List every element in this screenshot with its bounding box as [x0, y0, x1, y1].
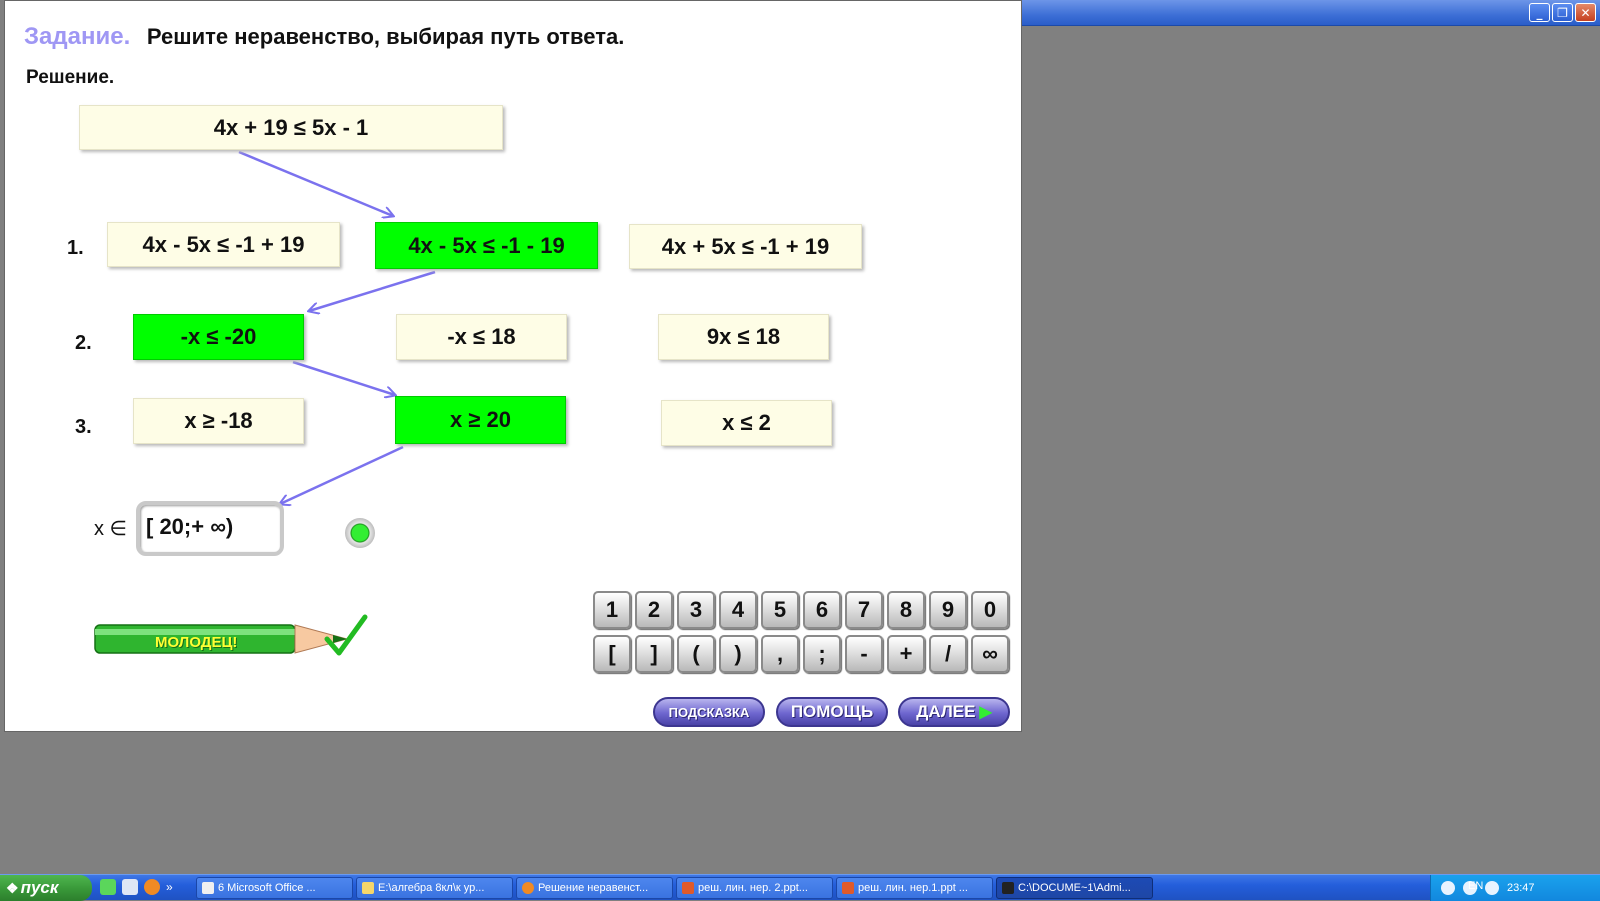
task-button-ppt-1[interactable]: реш. лин. нер.1.ppt ...	[836, 877, 993, 899]
windows-logo-icon: ❖	[6, 879, 19, 896]
original-inequality: 4x + 19 ≤ 5x - 1	[79, 105, 503, 150]
save-disk-icon[interactable]	[122, 879, 138, 895]
key-8[interactable]: 8	[887, 591, 925, 629]
start-button[interactable]: ❖ пуск	[0, 875, 92, 901]
step1-option-1[interactable]: 4x - 5x ≤ -1 + 19	[107, 222, 340, 267]
help-button[interactable]: ПОМОЩЬ	[776, 697, 888, 727]
task-text: Решите неравенство, выбирая путь ответа.	[146, 24, 625, 49]
symbol-keypad: 1 2 3 4 5 6 7 8 9 0 [ ] ( ) , ; - + / ∞	[593, 591, 1009, 673]
quick-launch-more[interactable]: »	[166, 880, 173, 894]
key-5[interactable]: 5	[761, 591, 799, 629]
key-2[interactable]: 2	[635, 591, 673, 629]
step3-option-2-selected[interactable]: x ≥ 20	[395, 396, 566, 444]
key-1[interactable]: 1	[593, 591, 631, 629]
key-0[interactable]: 0	[971, 591, 1009, 629]
step-number-3: 3.	[75, 416, 92, 438]
start-label: пуск	[20, 878, 59, 897]
key-close-bracket[interactable]: ]	[635, 635, 673, 673]
task-button-ppt-2[interactable]: реш. лин. нер. 2.ppt...	[676, 877, 833, 899]
clock[interactable]: 23:47	[1507, 882, 1535, 894]
folder-icon	[362, 882, 374, 894]
task-button-console[interactable]: C:\DOCUME~1\Admi...	[996, 877, 1153, 899]
key-plus[interactable]: +	[887, 635, 925, 673]
help-button-label: ПОМОЩЬ	[790, 702, 874, 721]
volume-icon[interactable]	[1485, 881, 1499, 895]
firefox-icon[interactable]	[144, 879, 160, 895]
taskbar-windows: 6 Microsoft Office ... E:\алгебра 8кл\к …	[196, 877, 1153, 899]
key-6[interactable]: 6	[803, 591, 841, 629]
office-icon	[202, 882, 214, 894]
back-arrow-icon[interactable]	[1441, 881, 1455, 895]
powerpoint-icon	[682, 882, 694, 894]
step2-option-3[interactable]: 9x ≤ 18	[658, 314, 829, 360]
step1-option-2-selected[interactable]: 4x - 5x ≤ -1 - 19	[375, 222, 598, 269]
key-minus[interactable]: -	[845, 635, 883, 673]
step2-option-1-selected[interactable]: -x ≤ -20	[133, 314, 304, 360]
task-label: C:\DOCUME~1\Admi...	[1018, 882, 1131, 894]
task-button-browser[interactable]: Решение неравенст...	[516, 877, 673, 899]
powerpoint-icon	[842, 882, 854, 894]
key-4[interactable]: 4	[719, 591, 757, 629]
key-slash[interactable]: /	[929, 635, 967, 673]
key-open-paren[interactable]: (	[677, 635, 715, 673]
hint-button[interactable]: ПОДСКАЗКА	[653, 697, 765, 727]
task-label: 6 Microsoft Office ...	[218, 882, 316, 894]
task-heading: Задание. Решите неравенство, выбирая пут…	[24, 23, 624, 51]
step2-option-2[interactable]: -x ≤ 18	[396, 314, 567, 360]
arrow-to-step1	[238, 150, 393, 216]
system-tray: 23:47	[1430, 875, 1600, 901]
task-label: E:\алгебра 8кл\к ур...	[378, 882, 485, 894]
console-icon	[1002, 882, 1014, 894]
step-number-2: 2.	[75, 332, 92, 354]
key-infinity[interactable]: ∞	[971, 635, 1009, 673]
step3-option-1[interactable]: x ≥ -18	[133, 398, 304, 444]
task-label: Задание.	[24, 23, 131, 50]
presentation-slide: Задание. Решите неравенство, выбирая пут…	[4, 0, 1022, 732]
key-semicolon[interactable]: ;	[803, 635, 841, 673]
language-indicator[interactable]: EN	[1468, 880, 1483, 892]
windows-taskbar: ❖ пуск » 6 Microsoft Office ... E:\алгеб…	[0, 874, 1600, 901]
download-icon[interactable]	[100, 879, 116, 895]
quick-launch: »	[100, 879, 173, 895]
key-3[interactable]: 3	[677, 591, 715, 629]
task-label: Решение неравенст...	[538, 882, 649, 894]
step1-option-3[interactable]: 4x + 5x ≤ -1 + 19	[629, 224, 862, 269]
key-open-bracket[interactable]: [	[593, 635, 631, 673]
play-arrow-icon: ▶	[979, 704, 992, 721]
key-9[interactable]: 9	[929, 591, 967, 629]
restore-button[interactable]: ❐	[1552, 3, 1573, 22]
next-button[interactable]: ДАЛЕЕ ▶	[898, 697, 1010, 727]
task-label: реш. лин. нер.1.ppt ...	[858, 882, 968, 894]
minimize-button[interactable]: _	[1529, 3, 1550, 22]
task-label: реш. лин. нер. 2.ppt...	[698, 882, 808, 894]
key-close-paren[interactable]: )	[719, 635, 757, 673]
close-button[interactable]: ✕	[1575, 3, 1596, 22]
step-number-1: 1.	[67, 237, 84, 259]
answer-prefix: x ∈	[94, 518, 127, 540]
arrow-to-step2	[309, 270, 436, 311]
window-controls: _ ❐ ✕	[1529, 3, 1596, 22]
task-button-office[interactable]: 6 Microsoft Office ...	[196, 877, 353, 899]
arrow-to-answer	[280, 445, 404, 504]
answer-input[interactable]: [ 20;+ ∞)	[136, 501, 284, 556]
next-button-label: ДАЛЕЕ	[916, 702, 976, 721]
firefox-icon	[522, 882, 534, 894]
window-title-bar: _ ❐ ✕	[1022, 0, 1600, 26]
task-button-folder[interactable]: E:\алгебра 8кл\к ур...	[356, 877, 513, 899]
solution-label: Решение.	[26, 67, 115, 88]
arrow-to-step3	[292, 360, 395, 395]
praise-label: МОЛОДЕЦ!	[155, 634, 238, 651]
check-indicator-icon[interactable]	[345, 518, 375, 548]
step3-option-3[interactable]: x ≤ 2	[661, 400, 832, 446]
key-7[interactable]: 7	[845, 591, 883, 629]
key-comma[interactable]: ,	[761, 635, 799, 673]
hint-button-label: ПОДСКАЗКА	[668, 704, 750, 720]
